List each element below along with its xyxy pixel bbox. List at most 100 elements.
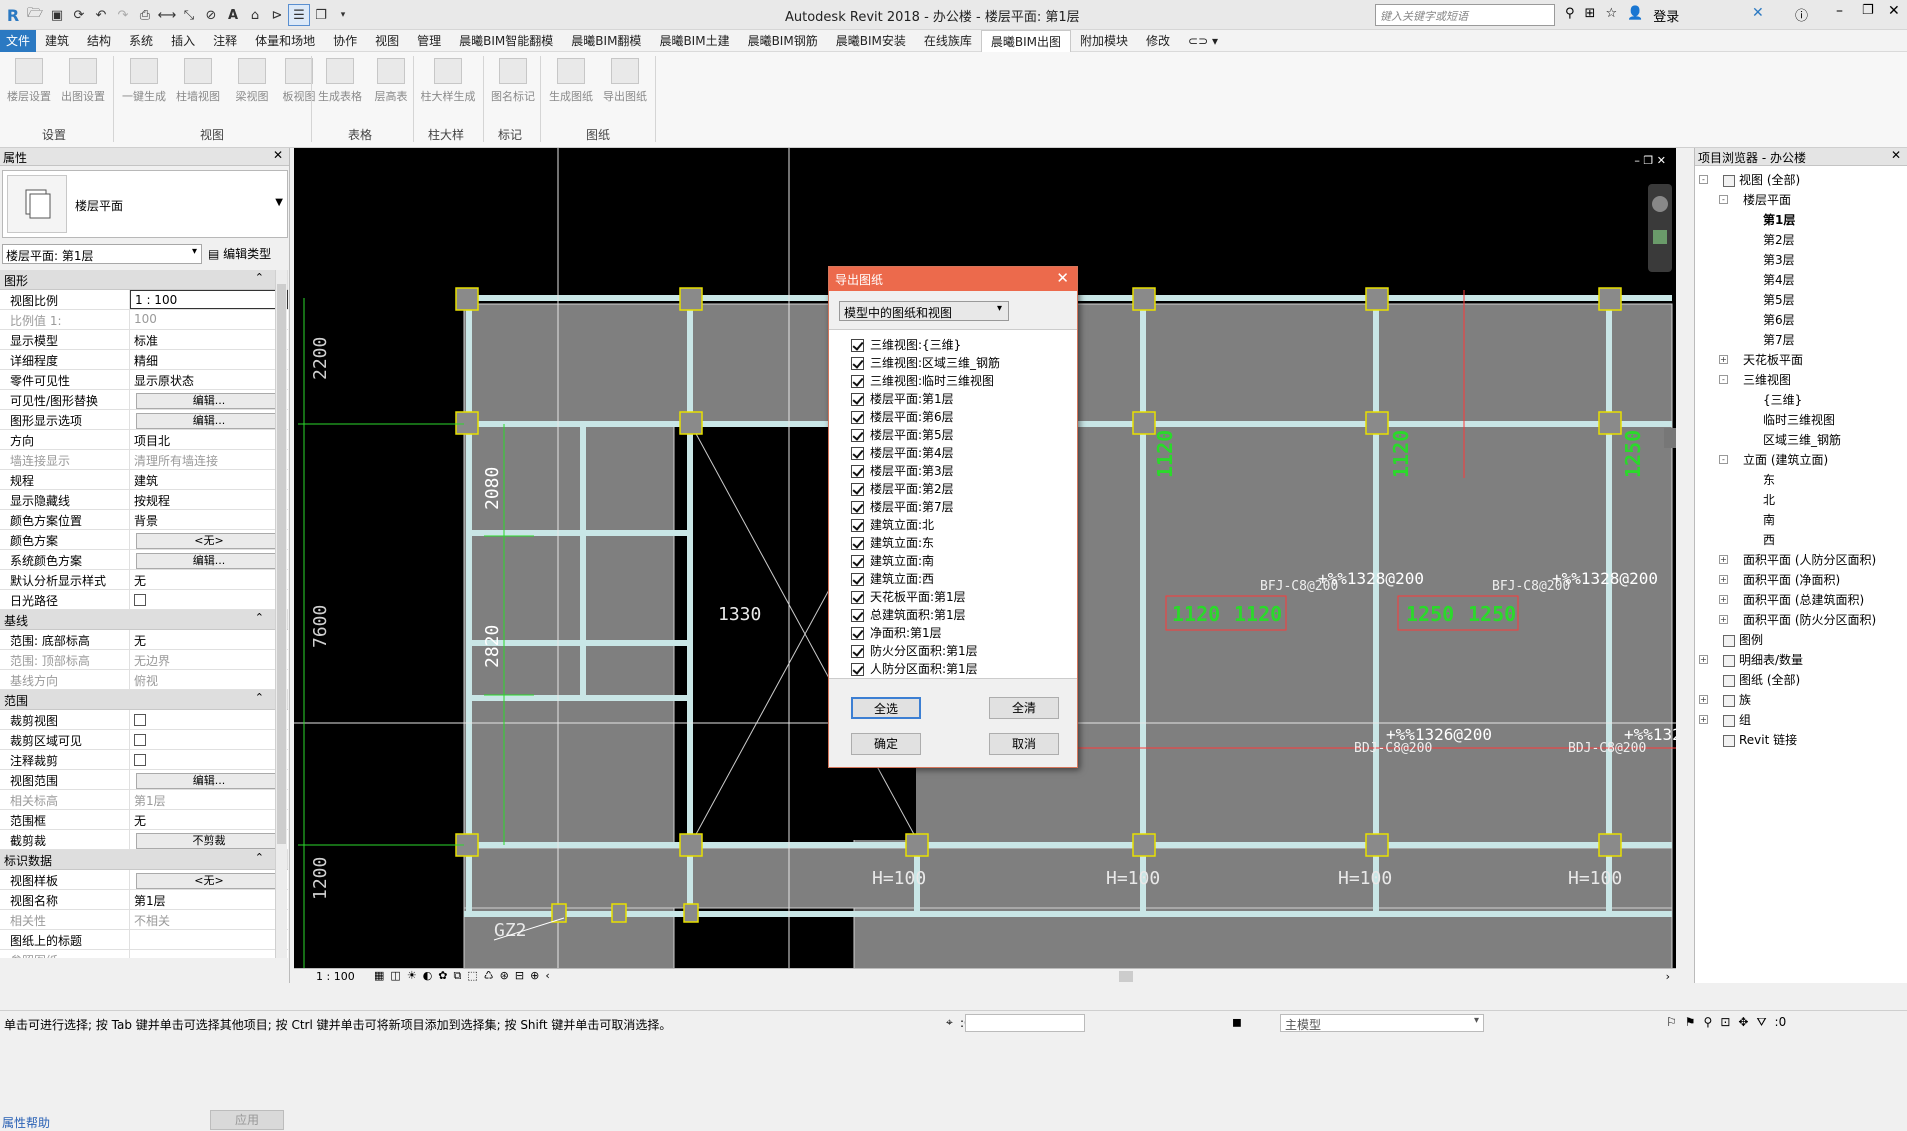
property-value[interactable]: 显示原状态 xyxy=(130,370,288,389)
tab-9[interactable]: 管理 xyxy=(408,30,450,52)
sheet-list-item[interactable]: 三维视图:临时三维视图 xyxy=(829,372,1077,390)
properties-section[interactable]: 范围 ⌃ xyxy=(0,690,288,710)
tab-10[interactable]: 晨曦BIM智能翻模 xyxy=(450,30,562,52)
tab-4[interactable]: 插入 xyxy=(162,30,204,52)
drag-elements-icon[interactable]: ✥ xyxy=(1738,1015,1748,1030)
open-icon[interactable]: 🗁 xyxy=(24,4,46,26)
checkbox-checked[interactable] xyxy=(851,627,864,640)
browser-item[interactable]: 西 xyxy=(1695,530,1907,550)
property-value[interactable]: 建筑 xyxy=(130,470,288,489)
sheet-list-item[interactable]: 楼层平面:第4层 xyxy=(829,444,1077,462)
redo-icon[interactable]: ↷ xyxy=(112,4,134,26)
dimension-icon[interactable]: ⤡ xyxy=(178,4,200,26)
properties-section[interactable]: 图形 ⌃ xyxy=(0,270,288,290)
browser-item[interactable]: + 天花板平面 xyxy=(1695,350,1907,370)
sheet-list-item[interactable]: 建筑立面:东 xyxy=(829,534,1077,552)
design-options-icon[interactable]: ◼ xyxy=(1232,1015,1242,1029)
collapse-icon[interactable]: ⌃ xyxy=(255,691,264,704)
browser-item[interactable]: + 组 xyxy=(1695,710,1907,730)
expand-icon[interactable]: + xyxy=(1719,555,1728,564)
close-icon[interactable]: ✕ xyxy=(273,148,283,162)
browser-item[interactable]: + 面积平面 (总建筑面积) xyxy=(1695,590,1907,610)
checkbox-checked[interactable] xyxy=(851,393,864,406)
export-sheet-button[interactable]: 导出图纸 xyxy=(598,58,652,118)
property-value[interactable]: 无 xyxy=(130,630,288,649)
floor-settings-button[interactable]: 楼层设置 xyxy=(2,58,56,118)
help-icon[interactable]: ⓘ xyxy=(1795,5,1808,24)
checkbox-checked[interactable] xyxy=(851,429,864,442)
exchange-icon[interactable]: ✕ xyxy=(1752,5,1764,21)
browser-item[interactable]: 图纸 (全部) xyxy=(1695,670,1907,690)
apply-button[interactable]: 应用 xyxy=(210,1110,284,1130)
checkbox-checked[interactable] xyxy=(851,357,864,370)
tag-icon[interactable]: ⊘ xyxy=(200,4,222,26)
one-click-generate-button[interactable]: 一键生成 xyxy=(117,58,171,118)
generate-table-button[interactable]: 生成表格 xyxy=(313,58,367,118)
property-value[interactable]: 精细 xyxy=(130,350,288,369)
browser-item[interactable]: - 立面 (建筑立面) xyxy=(1695,450,1907,470)
workset-dropdown[interactable] xyxy=(965,1014,1085,1032)
tab-14[interactable]: 晨曦BIM安装 xyxy=(827,30,915,52)
checkbox-checked[interactable] xyxy=(851,483,864,496)
collapse-icon[interactable]: ⌃ xyxy=(255,271,264,284)
property-edit-button[interactable]: 编辑... xyxy=(136,393,282,409)
property-edit-button[interactable]: <无> xyxy=(136,533,282,549)
contextual-toggle-icon[interactable]: ⊂⊃ ▾ xyxy=(1179,30,1227,52)
sheet-list-item[interactable]: 建筑立面:北 xyxy=(829,516,1077,534)
close-button[interactable]: ✕ xyxy=(1888,3,1900,19)
tab-13[interactable]: 晨曦BIM钢筋 xyxy=(739,30,827,52)
horizontal-scrollbar-thumb[interactable] xyxy=(1119,971,1133,982)
crop-icon[interactable]: ⧉ xyxy=(454,969,462,983)
tab-16[interactable]: 晨曦BIM出图 xyxy=(980,29,1072,52)
tab-7[interactable]: 协作 xyxy=(324,30,366,52)
close-icon[interactable]: ✕ xyxy=(1891,148,1901,162)
browser-item[interactable]: 第2层 xyxy=(1695,230,1907,250)
reveal-hidden-icon[interactable]: ⊛ xyxy=(500,969,509,983)
browser-item[interactable]: 第7层 xyxy=(1695,330,1907,350)
checkbox[interactable] xyxy=(134,733,146,746)
browser-item[interactable]: 第6层 xyxy=(1695,310,1907,330)
sheet-list-item[interactable]: 楼层平面:第1层 xyxy=(829,390,1077,408)
login-button[interactable]: 登录 xyxy=(1653,6,1679,25)
search-input[interactable]: 键入关键字或短语 xyxy=(1375,4,1555,26)
browser-item[interactable]: + 面积平面 (净面积) xyxy=(1695,570,1907,590)
browser-item[interactable]: 第4层 xyxy=(1695,270,1907,290)
favorites-icon[interactable]: ☆ xyxy=(1605,6,1617,25)
checkbox[interactable] xyxy=(134,713,146,726)
browser-item[interactable]: - 楼层平面 xyxy=(1695,190,1907,210)
property-value[interactable] xyxy=(130,930,288,949)
collapse-icon[interactable]: - xyxy=(1719,455,1728,464)
browser-item[interactable]: 北 xyxy=(1695,490,1907,510)
switch-windows-icon[interactable]: ❐ xyxy=(310,4,332,26)
tab-18[interactable]: 修改 xyxy=(1137,30,1179,52)
sheet-source-dropdown[interactable]: 模型中的图纸和视图 ▾ xyxy=(839,301,1009,321)
revit-logo-icon[interactable]: R xyxy=(2,4,24,26)
tab-8[interactable]: 视图 xyxy=(366,30,408,52)
text-icon[interactable]: A xyxy=(222,4,244,26)
checkbox-checked[interactable] xyxy=(851,573,864,586)
sheet-list-item[interactable]: 楼层平面:第3层 xyxy=(829,462,1077,480)
sheet-list-item[interactable]: 楼层平面:第6层 xyxy=(829,408,1077,426)
worksets-icon[interactable]: ⌖ xyxy=(946,1015,953,1030)
property-value[interactable]: 编辑... xyxy=(130,550,288,569)
expand-icon[interactable]: + xyxy=(1699,655,1708,664)
checkbox-checked[interactable] xyxy=(851,465,864,478)
browser-item[interactable]: + 面积平面 (防火分区面积) xyxy=(1695,610,1907,630)
sheet-list-item[interactable]: 净面积:第1层 xyxy=(829,624,1077,642)
checkbox-checked[interactable] xyxy=(851,447,864,460)
tab-1[interactable]: 建筑 xyxy=(36,30,78,52)
detail-level-icon[interactable]: ▦ xyxy=(374,969,384,983)
section-icon[interactable]: ⊳ xyxy=(266,4,288,26)
column-wall-view-button[interactable]: 柱墙视图 xyxy=(171,58,225,118)
browser-item[interactable]: 临时三维视图 xyxy=(1695,410,1907,430)
select-pinned-icon[interactable]: ⚲ xyxy=(1704,1015,1713,1030)
export-settings-button[interactable]: 出图设置 xyxy=(56,58,110,118)
checkbox-checked[interactable] xyxy=(851,375,864,388)
checkbox-checked[interactable] xyxy=(851,519,864,532)
ok-button[interactable]: 确定 xyxy=(851,733,921,755)
property-value[interactable]: 编辑... xyxy=(130,390,288,409)
scroll-right-icon[interactable]: › xyxy=(1666,970,1670,983)
property-value[interactable] xyxy=(130,750,288,769)
property-edit-button[interactable]: 编辑... xyxy=(136,413,282,429)
sheet-list-item[interactable]: 防火分区面积:第1层 xyxy=(829,642,1077,660)
